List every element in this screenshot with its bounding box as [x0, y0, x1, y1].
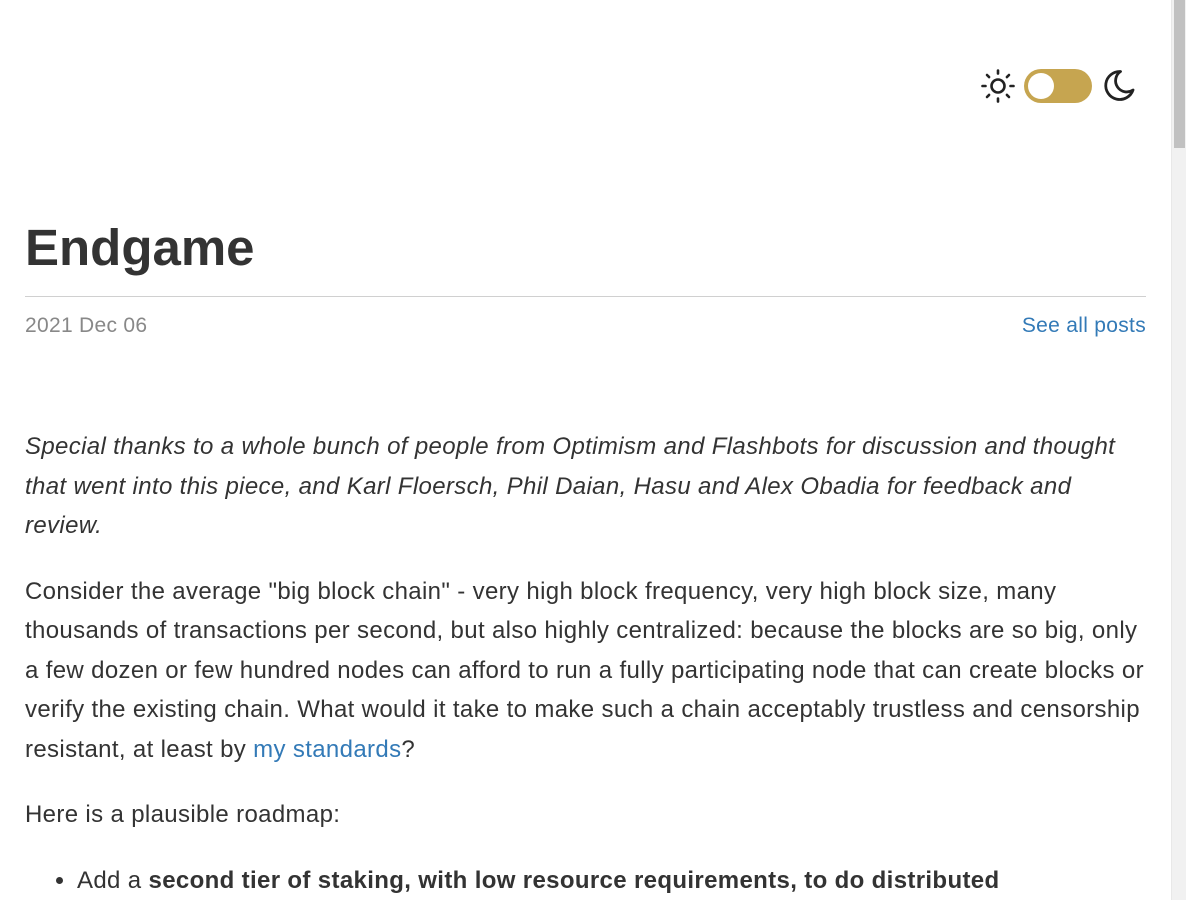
scrollbar-thumb[interactable] [1174, 0, 1185, 148]
list-item: Add a second tier of staking, with low r… [77, 861, 1146, 900]
roadmap-intro: Here is a plausible roadmap: [25, 801, 341, 828]
post-date: 2021 Dec 06 [25, 314, 148, 337]
theme-toggle[interactable] [1024, 69, 1092, 103]
intro-text: Consider the average "big block chain" -… [25, 577, 1144, 763]
acknowledgements-text: Special thanks to a whole bunch of peopl… [25, 433, 1116, 539]
post-body: Special thanks to a whole bunch of peopl… [25, 427, 1146, 900]
sun-icon [981, 69, 1015, 103]
page-title: Endgame [25, 219, 255, 276]
moon-icon [1104, 70, 1135, 101]
list-item-prefix: Add a [77, 866, 149, 894]
vertical-scrollbar[interactable] [1171, 0, 1186, 900]
my-standards-link[interactable]: my standards [253, 736, 401, 763]
acknowledgements: Special thanks to a whole bunch of peopl… [25, 427, 1146, 546]
intro-paragraph: Consider the average "big block chain" -… [25, 572, 1146, 770]
roadmap-list: Add a second tier of staking, with low r… [25, 861, 1146, 900]
toggle-knob [1028, 73, 1054, 99]
see-all-posts-link[interactable]: See all posts [1022, 313, 1146, 339]
list-item-bold: second tier of staking, with low resourc… [148, 866, 1000, 894]
theme-switch[interactable] [980, 66, 1136, 106]
title-divider [25, 296, 1146, 297]
intro-text-end: ? [401, 735, 416, 763]
